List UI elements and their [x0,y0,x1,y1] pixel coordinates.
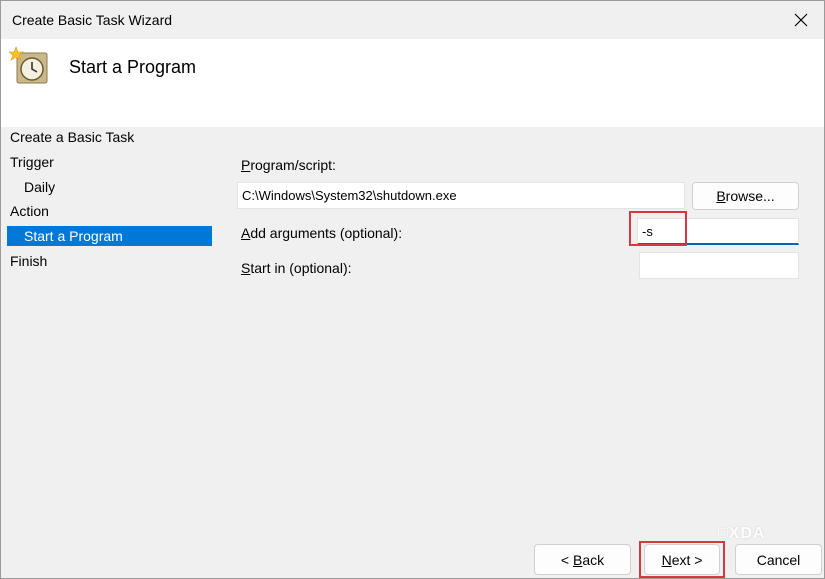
nav-item-trigger[interactable]: Trigger [1,152,54,172]
start-in-input[interactable] [639,252,799,279]
wizard-steps-nav: Create a Basic Task Trigger Daily Action… [1,127,216,527]
xda-logo-icon: □ [718,525,729,542]
cancel-button[interactable]: Cancel [735,544,822,575]
wizard-window: Create Basic Task Wizard Start a Program… [0,0,825,579]
nav-item-label: Action [10,203,49,219]
nav-item-action[interactable]: Action [1,201,49,221]
task-scheduler-clock-icon [9,46,48,84]
wizard-header: Start a Program [1,39,824,127]
start-in-label: Start in (optional): [241,260,352,276]
xda-watermark: □XDA [718,525,766,542]
program-script-label: Program/script: [241,157,336,173]
close-icon [794,13,808,27]
nav-item-label: Daily [24,179,56,195]
nav-item-create-basic-task[interactable]: Create a Basic Task [1,127,134,147]
next-button[interactable]: Next > [644,544,720,575]
browse-button[interactable]: Browse... [692,182,799,210]
page-title: Start a Program [69,57,197,77]
nav-item-label: Trigger [10,154,54,170]
nav-item-label: Finish [10,253,48,269]
nav-item-start-a-program[interactable]: Start a Program [7,226,212,246]
nav-item-label: Start a Program [24,228,123,244]
add-arguments-input[interactable] [637,218,799,245]
nav-item-label: Create a Basic Task [10,129,135,145]
nav-item-daily[interactable]: Daily [1,177,55,197]
nav-item-finish[interactable]: Finish [1,251,47,271]
title-bar: Create Basic Task Wizard [1,1,824,39]
back-button[interactable]: < Back [534,544,631,575]
add-arguments-label: Add arguments (optional): [241,225,403,241]
program-script-input[interactable] [237,182,685,209]
window-title: Create Basic Task Wizard [12,12,173,28]
close-button[interactable] [778,1,824,39]
